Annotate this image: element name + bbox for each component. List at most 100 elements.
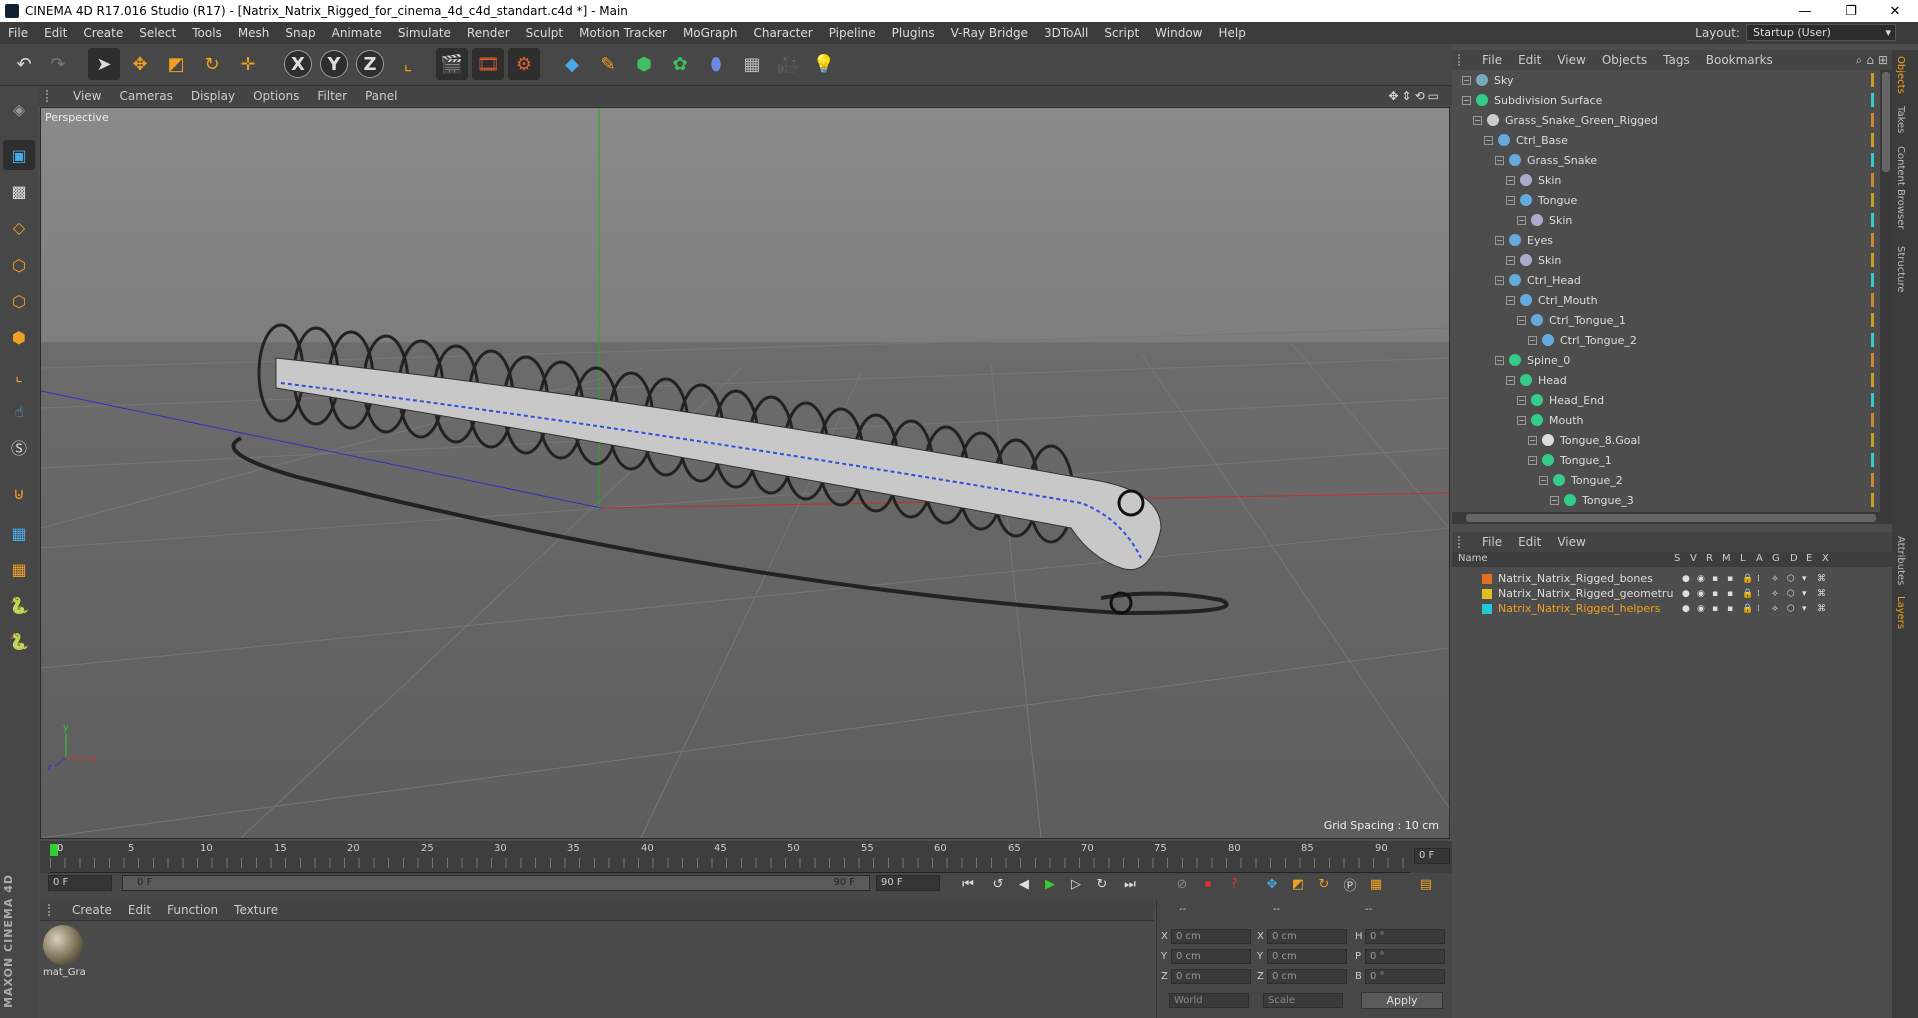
object-tree-row[interactable]: − Tongue_2 (1452, 470, 1880, 490)
expand-toggle-icon[interactable]: − (1473, 115, 1482, 125)
layer-flag-icon[interactable]: ▪ (1712, 589, 1727, 599)
layer-flag-icon[interactable]: ▪ (1727, 574, 1742, 584)
layer-flag-icon[interactable]: ⁞ (1757, 604, 1772, 614)
layer-flag-icon[interactable]: ▪ (1727, 604, 1742, 614)
minimize-button[interactable]: — (1782, 0, 1828, 22)
expand-toggle-icon[interactable]: − (1550, 495, 1559, 505)
size-z-field[interactable]: 0 cm (1267, 969, 1347, 984)
tab-attributes[interactable]: Attributes (1895, 536, 1906, 585)
move-tool-icon[interactable]: ✥ (124, 48, 156, 80)
object-tree-row[interactable]: − Head_End (1452, 390, 1880, 410)
python-generator-icon[interactable]: 🐍 (3, 626, 35, 656)
menu-vray-bridge[interactable]: V-Ray Bridge (943, 26, 1036, 40)
hscrollbar-thumb[interactable] (1466, 514, 1876, 522)
rot-h-field[interactable]: 0 ° (1365, 929, 1445, 944)
object-tree-row[interactable]: − Ctrl_Head (1452, 270, 1880, 290)
expand-toggle-icon[interactable]: − (1495, 235, 1504, 245)
coordinate-system-icon[interactable]: ⌞ (392, 48, 424, 80)
layer-row[interactable]: Natrix_Natrix_Rigged_helpers ●◉▪ ▪ 🔒⁞ ⟡ ⬡▾ ⌘ (1452, 601, 1892, 616)
render-view-icon[interactable]: 🎬 (436, 48, 468, 80)
expand-toggle-icon[interactable]: − (1506, 295, 1515, 305)
previous-key-icon[interactable]: ↺ (986, 873, 1010, 895)
autokey-icon[interactable]: ? (1222, 873, 1246, 895)
layer-flag-icon[interactable]: ● (1682, 574, 1697, 584)
key-parameter-icon[interactable]: Ⓟ (1338, 873, 1362, 895)
layer-flag-icon[interactable]: ⟡ (1772, 604, 1787, 614)
col-generators[interactable]: G (1772, 553, 1780, 564)
layer-flag-icons[interactable]: ●◉▪ ▪ 🔒⁞ ⟡ ⬡▾ ⌘ (1682, 589, 1832, 599)
workplane-icon[interactable]: ▦ (3, 518, 35, 548)
objects-menu-objects[interactable]: Objects (1594, 53, 1655, 67)
next-frame-icon[interactable]: ▷ (1064, 873, 1088, 895)
menu-script[interactable]: Script (1096, 26, 1147, 40)
rotate-tool-icon[interactable]: ↻ (196, 48, 228, 80)
key-position-icon[interactable]: ✥ (1260, 873, 1284, 895)
object-tree-row[interactable]: − Skin (1452, 170, 1880, 190)
menu-create[interactable]: Create (75, 26, 131, 40)
layer-flag-icon[interactable]: 🔒 (1742, 589, 1757, 599)
pos-x-field[interactable]: 0 cm (1171, 929, 1251, 944)
expand-toggle-icon[interactable]: − (1539, 475, 1548, 485)
object-tree-row[interactable]: − Tongue_8.Goal (1452, 430, 1880, 450)
layer-flag-icon[interactable]: ▾ (1802, 604, 1817, 614)
expand-toggle-icon[interactable]: − (1506, 175, 1515, 185)
edges-mode-icon[interactable]: ⬡ (3, 286, 35, 316)
object-tree-row[interactable]: − Grass_Snake_Green_Rigged (1452, 110, 1880, 130)
layer-flag-icon[interactable]: 🔒 (1742, 574, 1757, 584)
layer-flag-icon[interactable]: ◉ (1697, 589, 1712, 599)
object-tree-row[interactable]: − Grass_Snake (1452, 150, 1880, 170)
col-render[interactable]: R (1706, 553, 1713, 564)
rot-p-field[interactable]: 0 ° (1365, 949, 1445, 964)
object-tree-row[interactable]: − Mouth (1452, 410, 1880, 430)
timeline-ruler[interactable]: 0 5 10 15 20 25 30 35 40 45 50 55 60 65 … (40, 841, 1452, 873)
layer-flag-icon[interactable]: ⬡ (1787, 589, 1802, 599)
floor-environment-icon[interactable]: ▦ (736, 48, 768, 80)
object-tree-row[interactable]: − Ctrl_Base (1452, 130, 1880, 150)
object-tree-row[interactable]: − Ctrl_Mouth (1452, 290, 1880, 310)
play-icon[interactable]: ▶ (1038, 873, 1062, 895)
frame-range-slider[interactable]: 0 F 90 F (122, 875, 870, 891)
cube-primitive-icon[interactable]: ◆ (556, 48, 588, 80)
size-y-field[interactable]: 0 cm (1267, 949, 1347, 964)
deformer-icon[interactable]: ⬮ (700, 48, 732, 80)
expand-toggle-icon[interactable]: − (1517, 315, 1526, 325)
current-frame-field[interactable]: 0 F (1414, 848, 1450, 864)
multi-tool-icon[interactable]: ✛ (232, 48, 264, 80)
points-mode-icon[interactable]: ⬡ (3, 250, 35, 280)
layer-flag-icon[interactable]: ▾ (1802, 589, 1817, 599)
object-tree-row[interactable]: − Subdivision Surface (1452, 90, 1880, 110)
layer-flag-icon[interactable]: ● (1682, 589, 1697, 599)
material-swatch[interactable]: mat_Gra (43, 925, 86, 981)
record-key-icon[interactable]: ⏺ (1196, 873, 1220, 895)
layer-flag-icon[interactable]: ● (1682, 604, 1697, 614)
scale-tool-icon[interactable]: ◩ (160, 48, 192, 80)
make-editable-icon[interactable]: ◈ (3, 94, 35, 124)
objects-menu-view[interactable]: View (1549, 53, 1593, 67)
col-expressions[interactable]: E (1806, 553, 1812, 564)
menu-sculpt[interactable]: Sculpt (518, 26, 571, 40)
material-menu-texture[interactable]: Texture (226, 903, 286, 917)
close-button[interactable]: ✕ (1872, 0, 1918, 22)
timeline-track[interactable]: 0 5 10 15 20 25 30 35 40 45 50 55 60 65 … (50, 841, 1410, 873)
panel-grip-icon[interactable] (46, 90, 58, 102)
expand-toggle-icon[interactable]: − (1462, 95, 1471, 105)
search-home-icon[interactable]: ⌕⌂⊞ (1856, 53, 1892, 68)
viewport-menu-filter[interactable]: Filter (308, 89, 356, 103)
layer-flag-icons[interactable]: ●◉▪ ▪ 🔒⁞ ⟡ ⬡▾ ⌘ (1682, 574, 1832, 584)
viewport-menu-display[interactable]: Display (182, 89, 244, 103)
expand-toggle-icon[interactable]: − (1506, 195, 1515, 205)
object-tree-row[interactable]: − Ctrl_Tongue_1 (1452, 310, 1880, 330)
go-to-end-icon[interactable]: ⏭ (1118, 873, 1142, 895)
menu-select[interactable]: Select (131, 26, 184, 40)
viewport-menu-cameras[interactable]: Cameras (110, 89, 181, 103)
viewport-menu-view[interactable]: View (64, 89, 110, 103)
panel-grip-icon[interactable] (1458, 54, 1470, 66)
menu-help[interactable]: Help (1210, 26, 1253, 40)
col-view[interactable]: V (1690, 553, 1697, 564)
layer-flag-icon[interactable]: ◉ (1697, 604, 1712, 614)
menu-snap[interactable]: Snap (277, 26, 323, 40)
layers-menu-view[interactable]: View (1549, 535, 1593, 549)
col-solo[interactable]: S (1674, 553, 1680, 564)
col-xref[interactable]: X (1822, 553, 1829, 564)
redo-icon[interactable]: ↷ (42, 48, 74, 80)
